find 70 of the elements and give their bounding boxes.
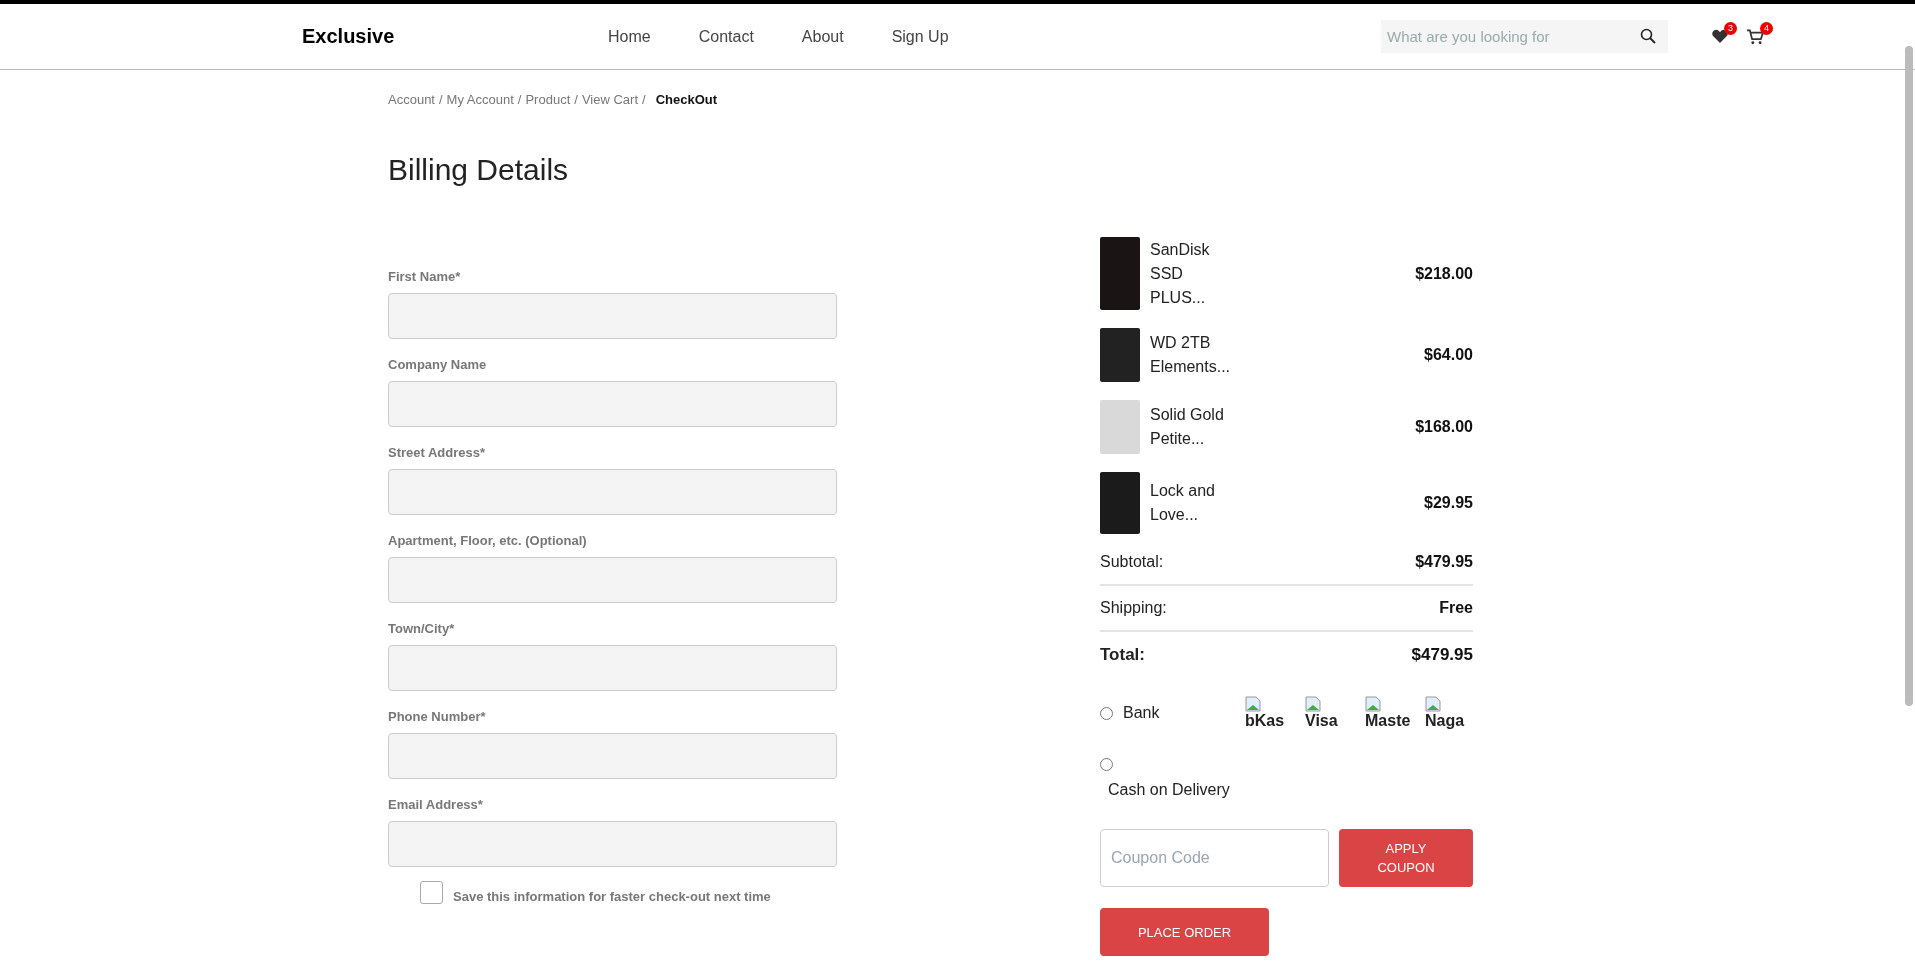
scrollbar-thumb[interactable] [1905,46,1913,706]
image-alt-text: Naga [1425,712,1465,730]
input-field[interactable] [388,821,837,867]
summary-value: Free [1439,599,1473,617]
product-photo-placeholder [1100,472,1140,534]
logo[interactable]: Exclusive [302,25,608,48]
nav-link[interactable]: Sign Up [891,27,949,46]
field-label: Apartment, Floor, etc. (Optional) [388,533,588,549]
image-alt-text: Maste [1365,712,1411,730]
breadcrumb-separator: / [574,92,578,107]
product-price: $29.95 [1424,494,1473,512]
broken-image-icon [1365,696,1381,712]
input-field[interactable] [388,733,837,779]
radio-button[interactable] [1100,706,1113,720]
product-price: $168.00 [1415,418,1473,436]
product-name: Lock and Love... [1150,481,1216,525]
product-name: SanDisk SSD PLUS... [1150,239,1211,308]
breadcrumb-link[interactable]: Account [388,92,435,107]
product-price: $64.00 [1424,346,1473,364]
cart-count-badge: 4 [1760,21,1773,35]
radio-label: Bank [1123,704,1161,722]
search-field[interactable]: What are you looking for [1381,20,1668,53]
checkbox-label: Save this information for faster check-out next time [453,889,771,904]
breadcrumb-link[interactable]: My Account [446,92,514,107]
apply-coupon-button[interactable]: APPLY COUPON [1339,829,1473,887]
field-label: Phone Number* [388,709,487,725]
breadcrumb-current: CheckOut [655,92,718,107]
image-alt-text: Visa [1305,712,1338,730]
breadcrumb-link[interactable]: Product [525,92,571,107]
product-price: $218.00 [1415,264,1473,283]
broken-image-icon [1425,696,1441,712]
place-order-button[interactable]: PLACE ORDER [1100,908,1269,956]
nav-link[interactable]: Home [608,27,651,46]
field-label: Town/City* [388,621,456,637]
product-photo-placeholder [1100,400,1140,454]
field-label: Company Name [388,357,488,373]
nav-link[interactable]: About [801,27,844,46]
field-label: Street Address* [388,445,487,461]
heart-icon[interactable] [1712,28,1728,43]
broken-image-icon [1245,696,1261,712]
summary-label: Shipping: [1100,599,1167,617]
product-photo-placeholder [1100,328,1140,382]
radio-label: Cash on Delivery [1108,781,1231,799]
cart-icon[interactable] [1746,28,1764,45]
input-field[interactable] [388,293,837,339]
input-field[interactable] [388,645,837,691]
breadcrumb-separator: / [517,92,522,107]
nav-link[interactable]: Contact [698,27,754,46]
input-field[interactable] [388,381,837,427]
product-name: Solid Gold Petite... [1150,405,1225,449]
product-name: WD 2TB Elements... [1150,333,1232,377]
field-label: First Name* [388,269,462,285]
image-alt-text: bKas [1245,712,1285,730]
page-title: Billing Details [388,153,570,187]
summary-value: $479.95 [1411,645,1473,665]
broken-image-icon [1305,696,1321,712]
breadcrumb-link[interactable]: View Cart [581,92,638,107]
field-label: Email Address* [388,797,484,813]
summary-value: $479.95 [1415,553,1473,571]
coupon-code-field[interactable]: Coupon Code [1100,829,1329,887]
summary-label: Total: [1100,645,1145,665]
radio-button[interactable] [1100,758,1113,771]
breadcrumb-separator: / [439,92,443,107]
input-field[interactable] [388,469,837,515]
input-field[interactable] [388,557,837,603]
summary-label: Subtotal: [1100,553,1164,571]
breadcrumb-separator: / [642,92,646,107]
checkbox[interactable] [420,881,443,904]
search-icon[interactable] [1640,28,1656,44]
wishlist-count-badge: 3 [1724,21,1737,35]
